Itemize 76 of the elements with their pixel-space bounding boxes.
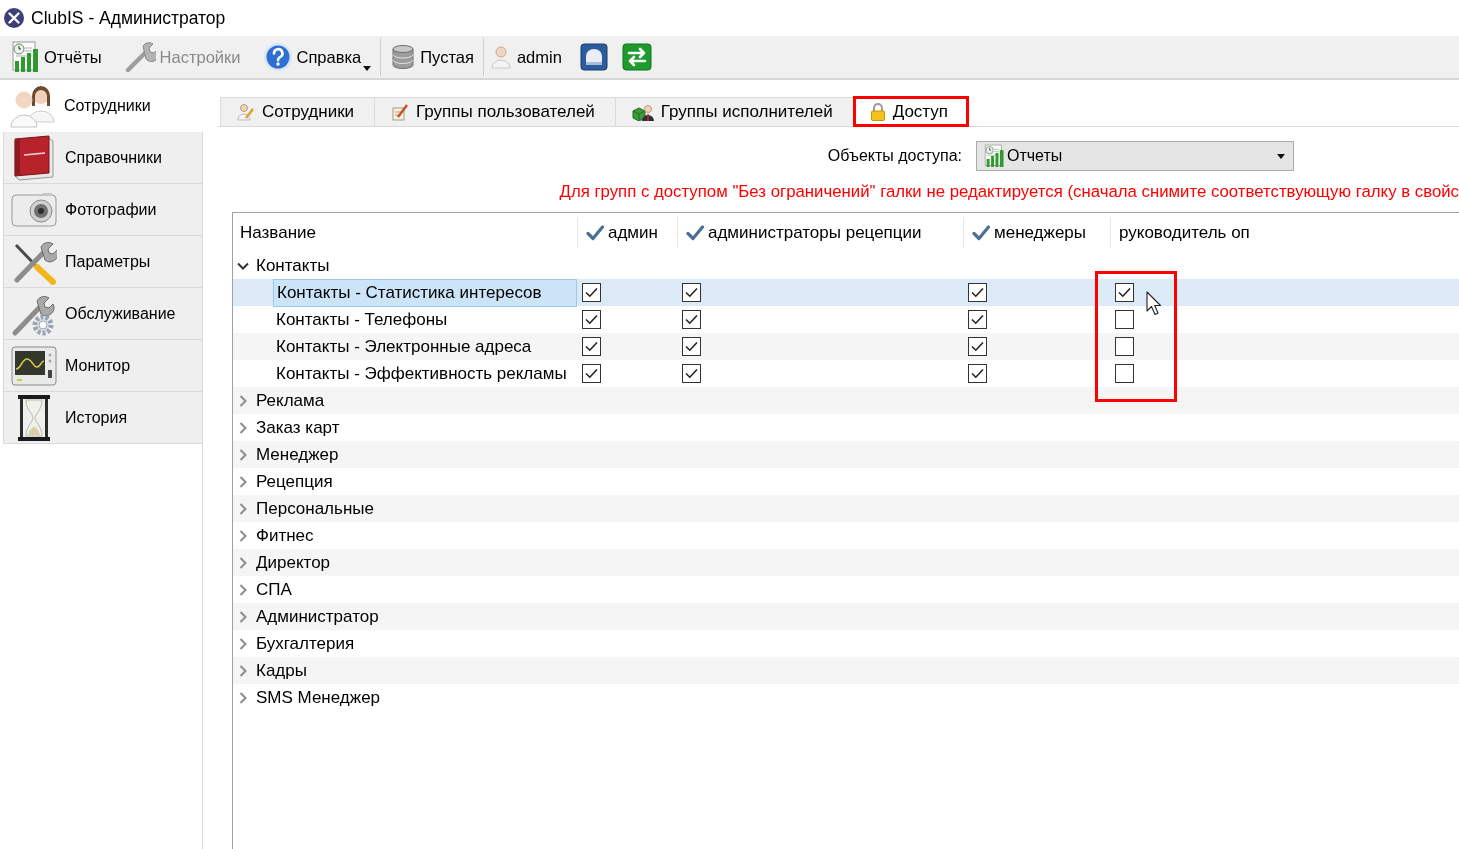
app-logo-icon: [4, 8, 24, 28]
help-icon: [262, 42, 293, 72]
access-objects-label: Объекты доступа:: [827, 146, 962, 166]
sidebar-item[interactable]: История: [3, 392, 203, 444]
sidebar-item[interactable]: Монитор: [3, 340, 203, 392]
tab[interactable]: Сотрудники: [220, 97, 376, 126]
sidebar-item[interactable]: Обслуживание: [3, 288, 203, 340]
checkbox[interactable]: [968, 283, 987, 303]
tree-item[interactable]: Кадры: [256, 657, 307, 684]
exchange-arrows-icon: [621, 43, 652, 71]
toolbar-button[interactable]: [621, 43, 652, 71]
checkbox[interactable]: [968, 364, 987, 383]
notice-text: Для групп с доступом "Без ограничений" галки не редактируется (сначала снимите соответствующую галку в свойс: [559, 182, 1459, 202]
sidebar-item[interactable]: Параметры: [3, 236, 203, 288]
checkbox[interactable]: [968, 310, 987, 329]
tree-item[interactable]: Заказ карт: [256, 414, 340, 441]
tree-item[interactable]: Контакты - Статистика интересов: [273, 279, 577, 307]
column-header[interactable]: руководитель оп: [1119, 219, 1250, 246]
book-icon: [11, 134, 57, 181]
pencil-document-icon: [391, 103, 410, 121]
wrench-icon: [123, 41, 156, 73]
tree-item[interactable]: Администратор: [256, 603, 379, 630]
checkbox[interactable]: [682, 310, 701, 329]
tree-item[interactable]: Контакты - Телефоны: [273, 306, 448, 333]
toolbar-button[interactable]: Отчёты: [8, 38, 104, 76]
user-name: admin: [516, 46, 562, 68]
tree-item[interactable]: Бухгалтерия: [256, 630, 355, 657]
window-title: ClubIS - Администратор: [31, 6, 226, 30]
tab[interactable]: Группы исполнителей: [615, 97, 854, 126]
checkbox[interactable]: [582, 364, 601, 383]
checkbox[interactable]: [1115, 337, 1134, 356]
checkbox[interactable]: [682, 364, 701, 383]
cube-person-icon: [631, 103, 654, 121]
tree-item[interactable]: Фитнес: [256, 522, 314, 549]
checkbox[interactable]: [1115, 310, 1134, 329]
checkbox[interactable]: [968, 337, 987, 356]
tree-item[interactable]: СПА: [256, 576, 292, 603]
checkbox[interactable]: [582, 337, 601, 356]
checkbox[interactable]: [1115, 283, 1134, 303]
tab[interactable]: Группы пользователей: [375, 97, 616, 126]
dome-icon: [579, 43, 608, 71]
tree-item[interactable]: Контакты - Электронные адреса: [273, 333, 532, 360]
tree-item[interactable]: Реклама: [256, 387, 325, 414]
tree-item[interactable]: SMS Менеджер: [256, 684, 381, 711]
access-objects-dropdown[interactable]: Отчеты: [976, 141, 1294, 171]
tab[interactable]: Доступ: [853, 97, 969, 126]
checkbox[interactable]: [582, 310, 601, 329]
toolbar-button[interactable]: Справка: [260, 38, 374, 76]
monitor-icon: [11, 344, 57, 387]
column-header[interactable]: админ: [608, 219, 658, 246]
tree-item[interactable]: Директор: [256, 549, 331, 576]
padlock-icon: [869, 103, 886, 121]
tree-item[interactable]: Персональные: [256, 495, 374, 522]
column-header[interactable]: администраторы рецепции: [708, 219, 922, 246]
tree-item[interactable]: Контакты - Эффективность рекламы: [273, 360, 567, 387]
checkbox[interactable]: [682, 283, 701, 303]
sidebar-item[interactable]: Фотографии: [3, 184, 203, 236]
user-icon: [490, 45, 511, 69]
tree-item[interactable]: Рецепция: [256, 468, 333, 495]
column-header[interactable]: менеджеры: [994, 219, 1087, 246]
report-chart-icon: [10, 41, 40, 73]
person-pencil-icon: [237, 103, 255, 121]
tree-item[interactable]: Контакты: [256, 252, 330, 279]
checkbox[interactable]: [582, 283, 601, 303]
column-header[interactable]: Название: [240, 219, 316, 246]
database-icon: [390, 44, 417, 70]
checkbox[interactable]: [1115, 364, 1134, 383]
report-chart-icon: [983, 144, 1005, 168]
checkbox[interactable]: [682, 337, 701, 356]
sidebar-item[interactable]: Справочники: [3, 132, 203, 184]
camera-icon: [11, 191, 57, 228]
people-icon: [9, 84, 57, 128]
toolbar-button[interactable]: Пустая: [388, 38, 476, 76]
toolbar-button[interactable]: [579, 43, 608, 71]
caret-icon: [1277, 153, 1285, 159]
tree-item[interactable]: Менеджер: [256, 441, 339, 468]
